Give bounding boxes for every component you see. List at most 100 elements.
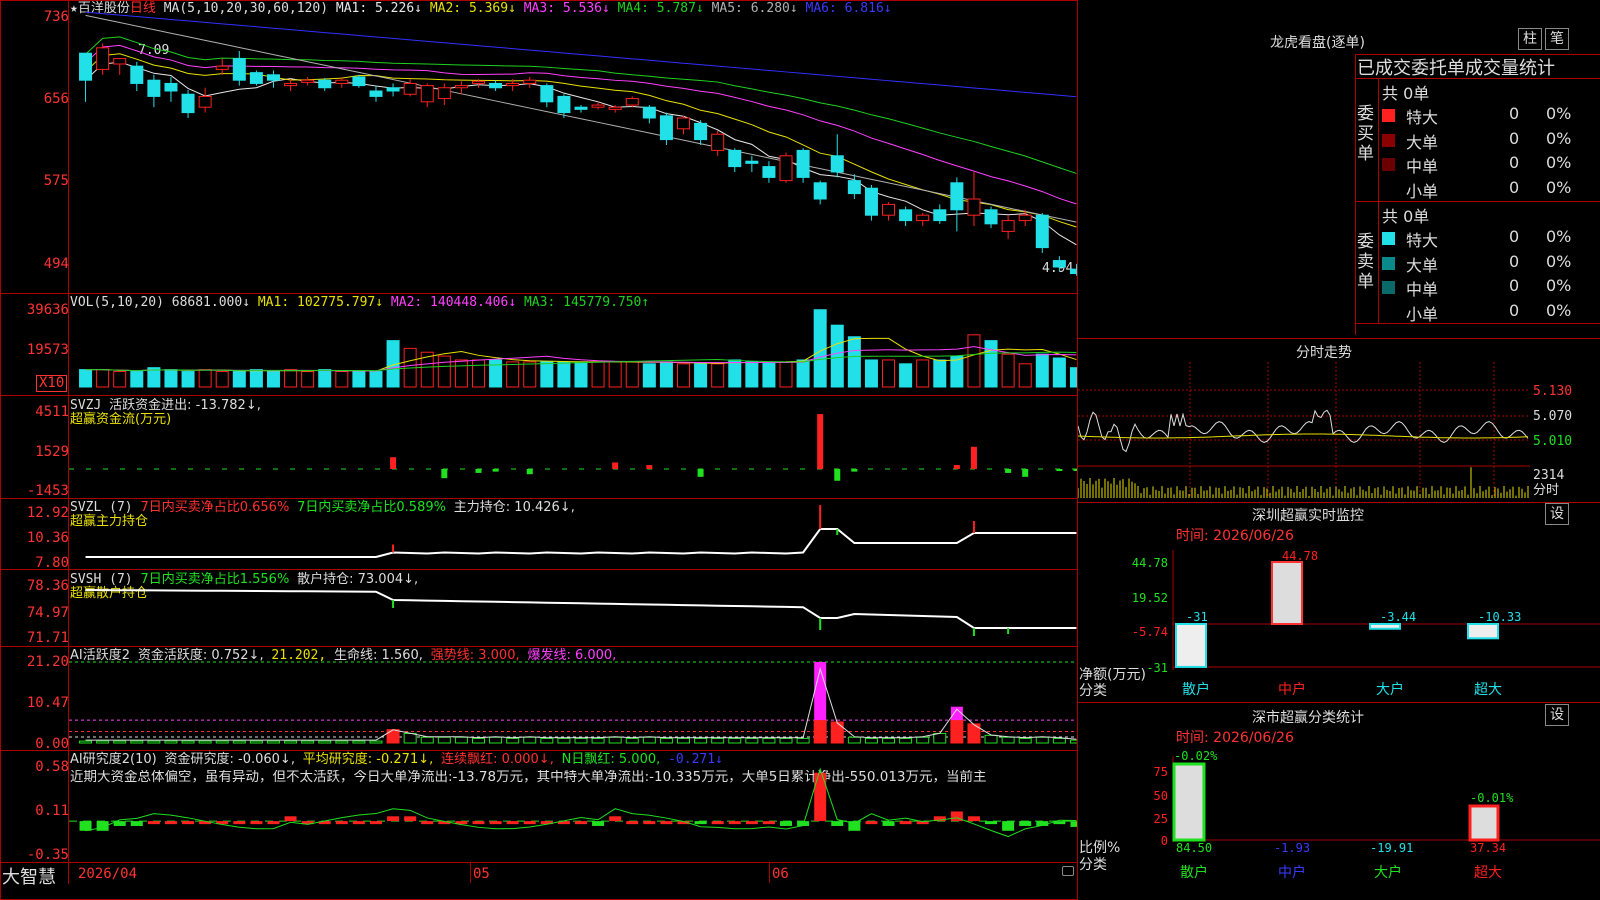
- row-name: 特大: [1406, 108, 1439, 127]
- intra-tick-4: 分时: [1533, 483, 1560, 498]
- row-percent: 0%: [1546, 104, 1572, 123]
- tick-mode-button[interactable]: 笔: [1545, 28, 1569, 50]
- ai2-bar: [301, 740, 315, 744]
- air-bar: [489, 821, 502, 825]
- candle-body: [540, 85, 554, 103]
- classify-cat-label: 超大: [1474, 865, 1502, 881]
- air-bar: [404, 816, 417, 822]
- svzl-ytick-2: 7.80: [35, 555, 69, 571]
- classify-chart[interactable]: 75 50 25 0 -0.02% -0.01% 84.50 -1.93 -19.91 37.34…: [1078, 742, 1600, 900]
- candle-body: [113, 58, 127, 65]
- main-ytick-1: 656: [43, 91, 69, 107]
- legend-swatch: [1382, 158, 1395, 171]
- ai2-bar: [659, 737, 673, 744]
- monitor-ytick: -5.74: [1132, 625, 1168, 639]
- candle-body: [79, 52, 93, 81]
- monitor-cat-label: 大户: [1376, 681, 1404, 698]
- svzj-bar: [970, 446, 977, 469]
- date-tick-1: [470, 863, 471, 883]
- lhb-tabs[interactable]: 已成交委托单成交量统计: [1357, 54, 1555, 80]
- candle-body: [659, 115, 673, 141]
- candle-body: [745, 160, 759, 164]
- ma-line-6: [85, 11, 1077, 98]
- monitor-ylabel: 净额(万元): [1079, 667, 1146, 683]
- monitor-settings-button[interactable]: 设: [1545, 503, 1569, 525]
- classify-settings-button[interactable]: 设: [1545, 704, 1569, 726]
- candle-body: [967, 198, 981, 216]
- monitor-cat-label: 中户: [1278, 681, 1306, 698]
- classify-value: -1.93: [1274, 841, 1310, 855]
- monitor-bar-label: -31: [1186, 610, 1208, 624]
- vol-unit-badge[interactable]: X10: [36, 375, 68, 392]
- ai-research-chart[interactable]: [69, 751, 1077, 862]
- ai2-bar: [813, 719, 827, 744]
- candlestick-chart[interactable]: [69, 0, 1077, 293]
- row-percent: 0%: [1546, 251, 1572, 271]
- ai2-bar: [164, 740, 178, 744]
- candle-body: [591, 104, 605, 108]
- volume-bar: [625, 361, 639, 388]
- air-bar: [250, 821, 263, 825]
- row-name: 中单: [1406, 157, 1439, 176]
- svzj-ytick-0: 4511: [35, 404, 69, 420]
- volume-bar: [642, 363, 656, 388]
- classify-ytick: 0: [1161, 834, 1168, 848]
- volume-bar: [471, 359, 485, 388]
- candle-body: [882, 203, 896, 216]
- intraday-chart[interactable]: [1078, 362, 1600, 502]
- volume-bar: [779, 361, 793, 388]
- svzl-ytick-0: 12.92: [26, 505, 69, 521]
- ai2-bar: [147, 740, 161, 744]
- classify-top-label: -0.01%: [1470, 791, 1514, 805]
- main-ytick-0: 736: [43, 9, 69, 25]
- air-bar: [147, 821, 160, 825]
- volume-bar: [96, 369, 110, 388]
- svsh-ytick-2: 71.71: [26, 630, 69, 646]
- air-bar: [387, 816, 400, 822]
- candle-body: [301, 79, 315, 83]
- classify-title: 深市超赢分类统计: [1252, 710, 1364, 726]
- monitor-bar: [1369, 623, 1401, 630]
- svsh-chart[interactable]: [69, 570, 1077, 646]
- monitor-bar: [1467, 623, 1499, 640]
- svzj-chart[interactable]: [69, 396, 1077, 498]
- svzl-chart[interactable]: [69, 499, 1077, 569]
- monitor-chart[interactable]: 44.78 19.52 -5.74 -31 -31 44.78 -3.44 -10.33 散户 中…: [1078, 540, 1600, 700]
- ai2-bar: [882, 737, 896, 744]
- volume-bar: [249, 369, 263, 388]
- ai2-ytick-1: 10.47: [26, 695, 69, 711]
- ai2-ytick-0: 21.20: [26, 654, 69, 670]
- monitor-cat-label: 超大: [1474, 682, 1502, 698]
- intraday-frame-top: [1078, 338, 1600, 339]
- volume-bar: [899, 363, 913, 388]
- air-bar: [523, 821, 536, 825]
- ai2-bar: [420, 736, 434, 744]
- volume-chart[interactable]: [69, 294, 1077, 395]
- candle-body: [1018, 214, 1032, 222]
- ai2-bar: [591, 737, 605, 744]
- ai2-bar: [779, 737, 793, 744]
- brand-logo[interactable]: 大智慧: [2, 863, 56, 889]
- ai2-bar: [249, 740, 263, 744]
- ai2-bar: [1001, 736, 1015, 744]
- row-value: 0: [1509, 177, 1520, 197]
- volume-bar: [164, 369, 178, 388]
- bar-mode-button[interactable]: 柱: [1518, 28, 1542, 50]
- row-value: 0: [1509, 300, 1520, 320]
- candle-body: [694, 122, 708, 141]
- ai2-bar: [79, 740, 93, 744]
- ai2-chart[interactable]: [69, 647, 1077, 750]
- volume-bar: [659, 361, 673, 388]
- candle-body: [864, 187, 878, 216]
- candle-body: [677, 117, 691, 130]
- volume-bar: [437, 355, 451, 388]
- volume-bar: [454, 359, 468, 388]
- lock-icon[interactable]: [1062, 866, 1074, 876]
- volume-bar: [677, 363, 691, 388]
- monitor-xlabel: 分类: [1079, 683, 1107, 699]
- ai2-bar: [677, 737, 691, 744]
- svsh-ytick-1: 74.97: [26, 605, 69, 621]
- ai2-bar: [523, 736, 537, 744]
- ai2-bar: [847, 736, 861, 744]
- main-ytick-3: 494: [43, 256, 69, 272]
